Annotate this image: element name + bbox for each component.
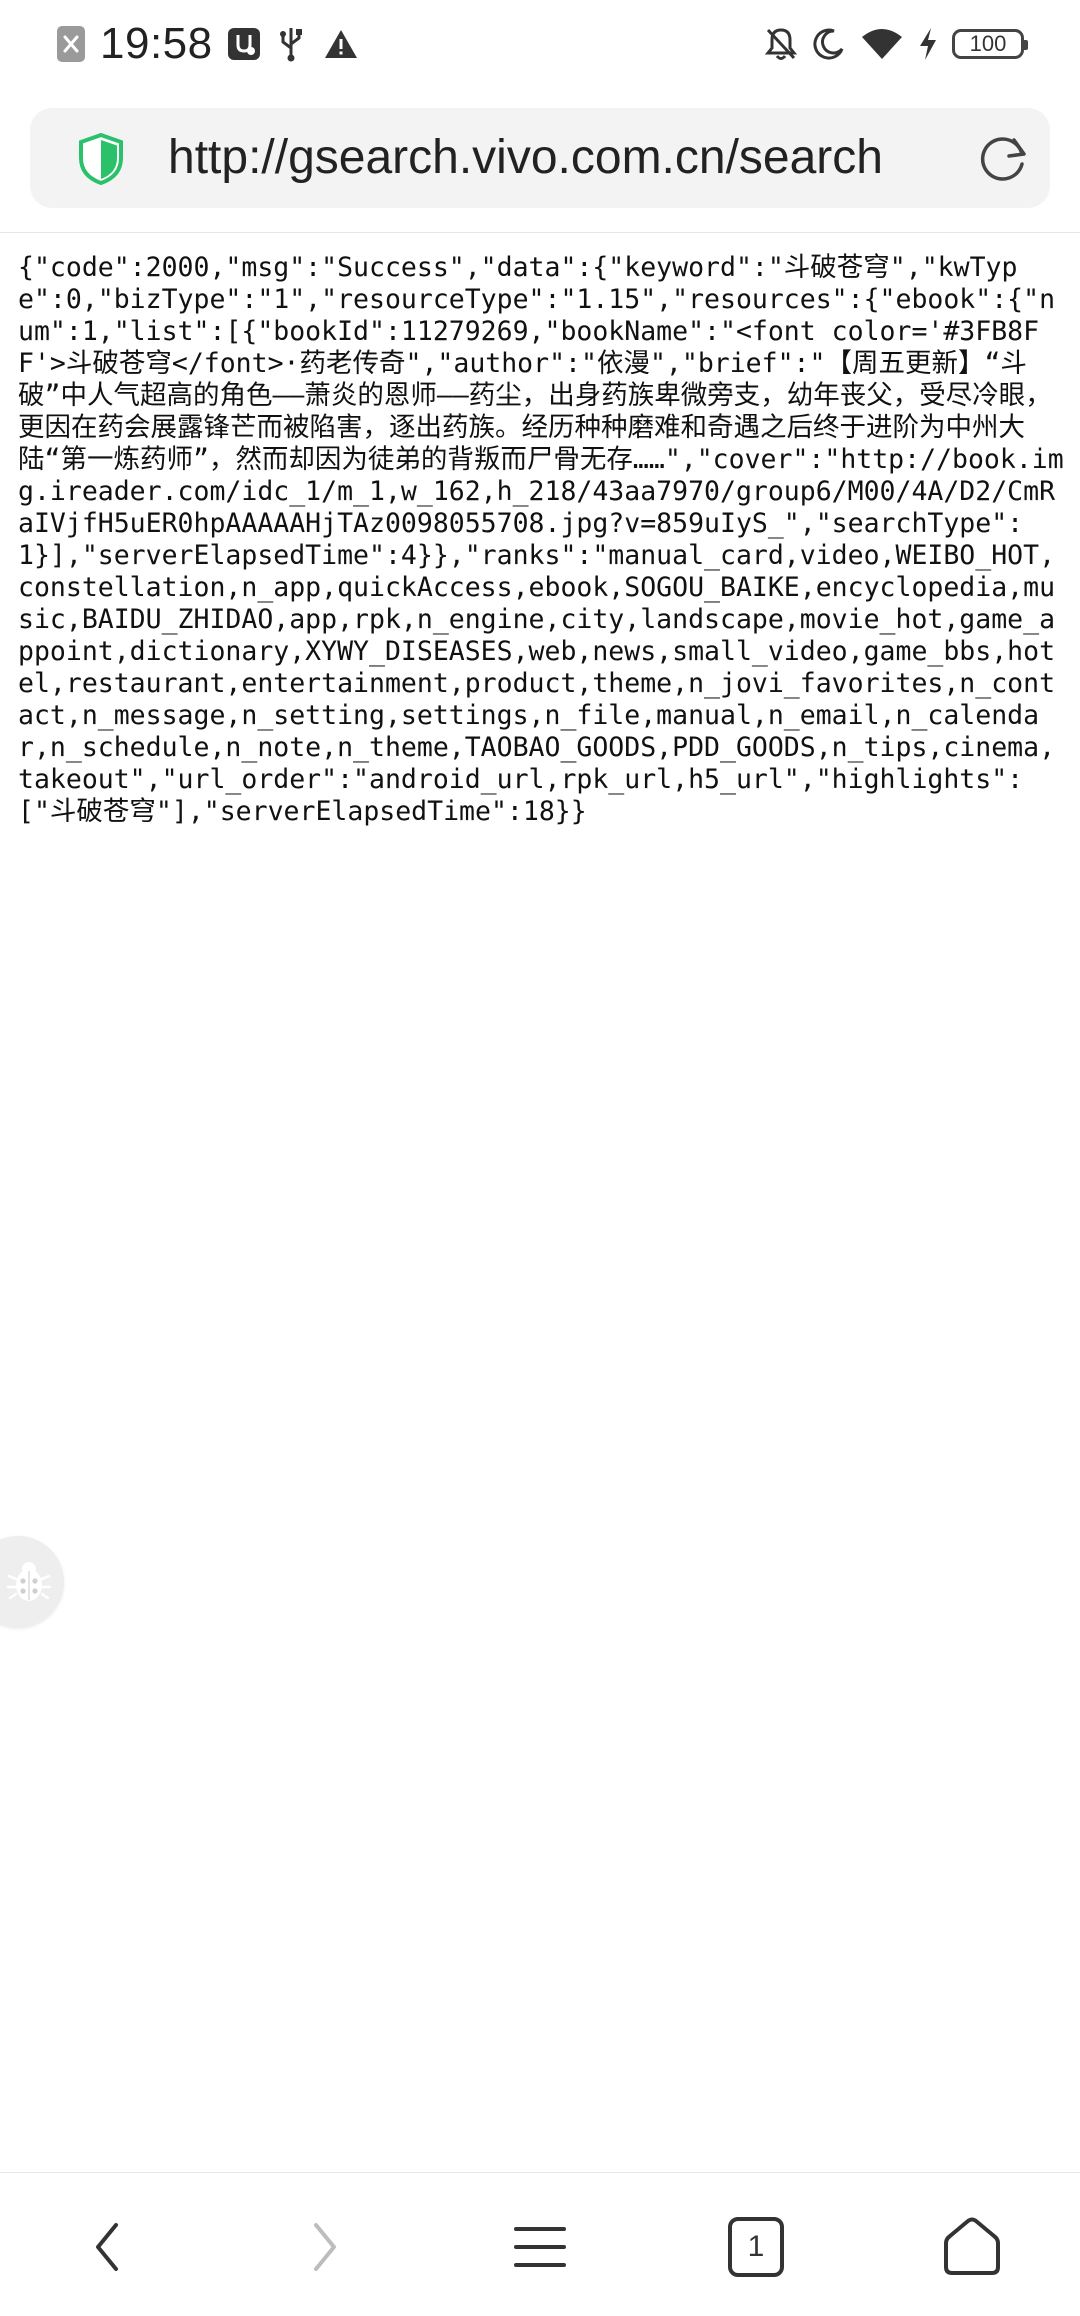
mute-icon <box>764 26 798 62</box>
battery-level: 100 <box>969 31 1007 56</box>
home-button[interactable] <box>934 2209 1010 2285</box>
usb-debug-icon <box>227 27 261 61</box>
status-time: 19:58 <box>100 19 213 68</box>
bottom-navigation: 1 <box>0 2173 1080 2316</box>
moon-icon <box>812 27 846 61</box>
header-divider <box>0 232 1080 233</box>
shield-icon[interactable] <box>76 132 126 186</box>
home-icon <box>940 2215 1004 2279</box>
back-icon <box>88 2217 128 2277</box>
back-button[interactable] <box>70 2209 146 2285</box>
status-bar-right: 100 <box>764 16 1028 72</box>
status-bar: 19:58 100 <box>0 0 1080 88</box>
menu-button[interactable] <box>502 2209 578 2285</box>
menu-icon <box>512 2219 568 2275</box>
bug-icon <box>6 1559 52 1605</box>
status-bar-left: 19:58 <box>56 16 359 72</box>
url-text[interactable]: http://gsearch.vivo.com.cn/search <box>168 130 968 186</box>
tab-count: 1 <box>747 2230 765 2263</box>
close-notification-icon <box>56 24 86 64</box>
debug-floating-button[interactable] <box>0 1536 64 1628</box>
warning-icon <box>323 28 359 60</box>
tabs-button[interactable]: 1 <box>718 2209 794 2285</box>
charging-icon <box>918 27 938 61</box>
usb-icon <box>277 26 305 62</box>
wifi-icon <box>860 27 904 61</box>
battery-icon: 100 <box>952 29 1028 59</box>
reload-icon[interactable] <box>976 132 1030 186</box>
forward-icon <box>304 2217 344 2277</box>
address-bar[interactable]: http://gsearch.vivo.com.cn/search <box>30 108 1050 208</box>
forward-button[interactable] <box>286 2209 362 2285</box>
page-body-text: {"code":2000,"msg":"Success","data":{"ke… <box>18 252 1064 827</box>
